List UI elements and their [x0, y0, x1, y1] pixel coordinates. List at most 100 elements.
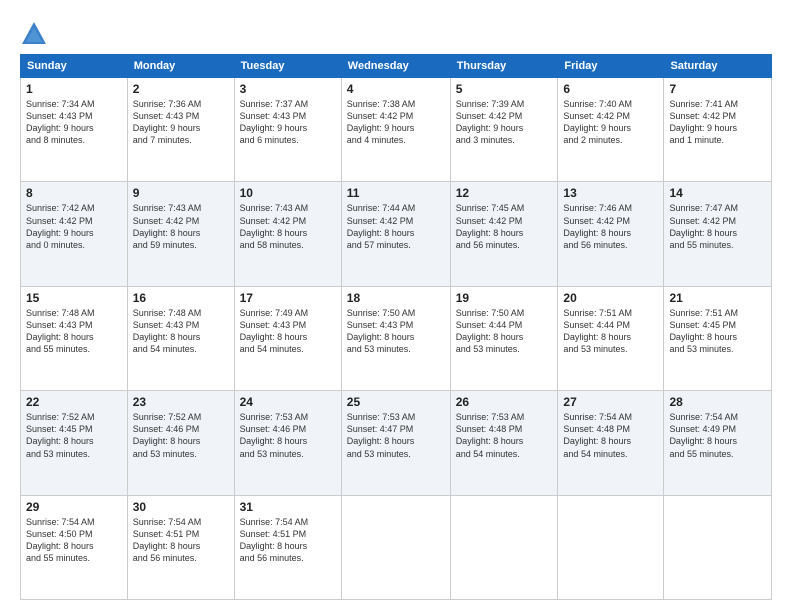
calendar-cell: 15 Sunrise: 7:48 AM Sunset: 4:43 PM Dayli…: [21, 286, 128, 390]
day-info: Sunrise: 7:36 AM Sunset: 4:43 PM Dayligh…: [133, 98, 229, 147]
calendar-header-thursday: Thursday: [450, 55, 558, 78]
day-info: Sunrise: 7:39 AM Sunset: 4:42 PM Dayligh…: [456, 98, 553, 147]
day-info: Sunrise: 7:50 AM Sunset: 4:43 PM Dayligh…: [347, 307, 445, 356]
day-number: 28: [669, 395, 766, 409]
day-number: 21: [669, 291, 766, 305]
day-number: 8: [26, 186, 122, 200]
day-number: 12: [456, 186, 553, 200]
day-info: Sunrise: 7:47 AM Sunset: 4:42 PM Dayligh…: [669, 202, 766, 251]
calendar-cell: 25 Sunrise: 7:53 AM Sunset: 4:47 PM Dayli…: [341, 391, 450, 495]
day-info: Sunrise: 7:51 AM Sunset: 4:44 PM Dayligh…: [563, 307, 658, 356]
calendar-cell: [450, 495, 558, 599]
day-number: 17: [240, 291, 336, 305]
calendar-cell: 28 Sunrise: 7:54 AM Sunset: 4:49 PM Dayli…: [664, 391, 772, 495]
day-info: Sunrise: 7:37 AM Sunset: 4:43 PM Dayligh…: [240, 98, 336, 147]
calendar-cell: 12 Sunrise: 7:45 AM Sunset: 4:42 PM Dayli…: [450, 182, 558, 286]
calendar-cell: 3Sunrise: 7:37 AM Sunset: 4:43 PM Daylig…: [234, 78, 341, 182]
day-number: 13: [563, 186, 658, 200]
day-info: Sunrise: 7:52 AM Sunset: 4:45 PM Dayligh…: [26, 411, 122, 460]
day-number: 23: [133, 395, 229, 409]
calendar-cell: 4Sunrise: 7:38 AM Sunset: 4:42 PM Daylig…: [341, 78, 450, 182]
calendar-week-2: 8Sunrise: 7:42 AM Sunset: 4:42 PM Daylig…: [21, 182, 772, 286]
calendar-cell: 10 Sunrise: 7:43 AM Sunset: 4:42 PM Dayli…: [234, 182, 341, 286]
day-number: 9: [133, 186, 229, 200]
calendar-cell: 9 Sunrise: 7:43 AM Sunset: 4:42 PM Daylig…: [127, 182, 234, 286]
calendar-header-friday: Friday: [558, 55, 664, 78]
logo: [20, 20, 52, 48]
calendar-cell: 18 Sunrise: 7:50 AM Sunset: 4:43 PM Dayli…: [341, 286, 450, 390]
day-number: 20: [563, 291, 658, 305]
day-number: 11: [347, 186, 445, 200]
calendar-header-saturday: Saturday: [664, 55, 772, 78]
calendar-cell: 8Sunrise: 7:42 AM Sunset: 4:42 PM Daylig…: [21, 182, 128, 286]
day-number: 6: [563, 82, 658, 96]
day-number: 27: [563, 395, 658, 409]
calendar-cell: [664, 495, 772, 599]
day-info: Sunrise: 7:41 AM Sunset: 4:42 PM Dayligh…: [669, 98, 766, 147]
day-info: Sunrise: 7:43 AM Sunset: 4:42 PM Dayligh…: [133, 202, 229, 251]
calendar-cell: 19 Sunrise: 7:50 AM Sunset: 4:44 PM Dayli…: [450, 286, 558, 390]
day-info: Sunrise: 7:52 AM Sunset: 4:46 PM Dayligh…: [133, 411, 229, 460]
calendar-week-5: 29 Sunrise: 7:54 AM Sunset: 4:50 PM Dayli…: [21, 495, 772, 599]
day-number: 30: [133, 500, 229, 514]
calendar-cell: 17 Sunrise: 7:49 AM Sunset: 4:43 PM Dayli…: [234, 286, 341, 390]
calendar-cell: 21Sunrise: 7:51 AM Sunset: 4:45 PM Dayli…: [664, 286, 772, 390]
calendar-week-3: 15 Sunrise: 7:48 AM Sunset: 4:43 PM Dayli…: [21, 286, 772, 390]
day-number: 2: [133, 82, 229, 96]
calendar-cell: 22 Sunrise: 7:52 AM Sunset: 4:45 PM Dayli…: [21, 391, 128, 495]
day-info: Sunrise: 7:54 AM Sunset: 4:51 PM Dayligh…: [133, 516, 229, 565]
day-number: 26: [456, 395, 553, 409]
calendar-week-1: 1 Sunrise: 7:34 AM Sunset: 4:43 PM Daylig…: [21, 78, 772, 182]
day-info: Sunrise: 7:48 AM Sunset: 4:43 PM Dayligh…: [26, 307, 122, 356]
day-number: 29: [26, 500, 122, 514]
day-info: Sunrise: 7:40 AM Sunset: 4:42 PM Dayligh…: [563, 98, 658, 147]
calendar-cell: 24 Sunrise: 7:53 AM Sunset: 4:46 PM Dayli…: [234, 391, 341, 495]
calendar-cell: 20 Sunrise: 7:51 AM Sunset: 4:44 PM Dayli…: [558, 286, 664, 390]
day-number: 25: [347, 395, 445, 409]
calendar-cell: 2 Sunrise: 7:36 AM Sunset: 4:43 PM Daylig…: [127, 78, 234, 182]
day-number: 31: [240, 500, 336, 514]
day-number: 22: [26, 395, 122, 409]
header: [20, 16, 772, 48]
calendar-header-tuesday: Tuesday: [234, 55, 341, 78]
day-number: 24: [240, 395, 336, 409]
day-info: Sunrise: 7:43 AM Sunset: 4:42 PM Dayligh…: [240, 202, 336, 251]
calendar-cell: 5 Sunrise: 7:39 AM Sunset: 4:42 PM Daylig…: [450, 78, 558, 182]
day-info: Sunrise: 7:53 AM Sunset: 4:48 PM Dayligh…: [456, 411, 553, 460]
day-number: 4: [347, 82, 445, 96]
day-number: 18: [347, 291, 445, 305]
day-info: Sunrise: 7:54 AM Sunset: 4:49 PM Dayligh…: [669, 411, 766, 460]
day-info: Sunrise: 7:48 AM Sunset: 4:43 PM Dayligh…: [133, 307, 229, 356]
day-number: 16: [133, 291, 229, 305]
calendar-cell: 16 Sunrise: 7:48 AM Sunset: 4:43 PM Dayli…: [127, 286, 234, 390]
day-number: 7: [669, 82, 766, 96]
calendar-cell: 29 Sunrise: 7:54 AM Sunset: 4:50 PM Dayli…: [21, 495, 128, 599]
calendar-cell: 31 Sunrise: 7:54 AM Sunset: 4:51 PM Dayli…: [234, 495, 341, 599]
day-info: Sunrise: 7:44 AM Sunset: 4:42 PM Dayligh…: [347, 202, 445, 251]
calendar-cell: 27Sunrise: 7:54 AM Sunset: 4:48 PM Dayli…: [558, 391, 664, 495]
day-info: Sunrise: 7:53 AM Sunset: 4:47 PM Dayligh…: [347, 411, 445, 460]
calendar-cell: 6 Sunrise: 7:40 AM Sunset: 4:42 PM Daylig…: [558, 78, 664, 182]
day-info: Sunrise: 7:34 AM Sunset: 4:43 PM Dayligh…: [26, 98, 122, 147]
day-number: 15: [26, 291, 122, 305]
day-number: 5: [456, 82, 553, 96]
logo-icon: [20, 20, 48, 48]
day-info: Sunrise: 7:49 AM Sunset: 4:43 PM Dayligh…: [240, 307, 336, 356]
day-number: 1: [26, 82, 122, 96]
day-number: 14: [669, 186, 766, 200]
calendar-cell: 11 Sunrise: 7:44 AM Sunset: 4:42 PM Dayli…: [341, 182, 450, 286]
day-number: 19: [456, 291, 553, 305]
calendar-cell: 23 Sunrise: 7:52 AM Sunset: 4:46 PM Dayli…: [127, 391, 234, 495]
calendar-cell: [341, 495, 450, 599]
day-info: Sunrise: 7:54 AM Sunset: 4:51 PM Dayligh…: [240, 516, 336, 565]
day-info: Sunrise: 7:53 AM Sunset: 4:46 PM Dayligh…: [240, 411, 336, 460]
calendar-table: SundayMondayTuesdayWednesdayThursdayFrid…: [20, 54, 772, 600]
calendar-cell: 26 Sunrise: 7:53 AM Sunset: 4:48 PM Dayli…: [450, 391, 558, 495]
calendar-week-4: 22 Sunrise: 7:52 AM Sunset: 4:45 PM Dayli…: [21, 391, 772, 495]
page: SundayMondayTuesdayWednesdayThursdayFrid…: [0, 0, 792, 612]
calendar-header-sunday: Sunday: [21, 55, 128, 78]
day-info: Sunrise: 7:45 AM Sunset: 4:42 PM Dayligh…: [456, 202, 553, 251]
day-info: Sunrise: 7:54 AM Sunset: 4:50 PM Dayligh…: [26, 516, 122, 565]
day-info: Sunrise: 7:50 AM Sunset: 4:44 PM Dayligh…: [456, 307, 553, 356]
day-number: 10: [240, 186, 336, 200]
